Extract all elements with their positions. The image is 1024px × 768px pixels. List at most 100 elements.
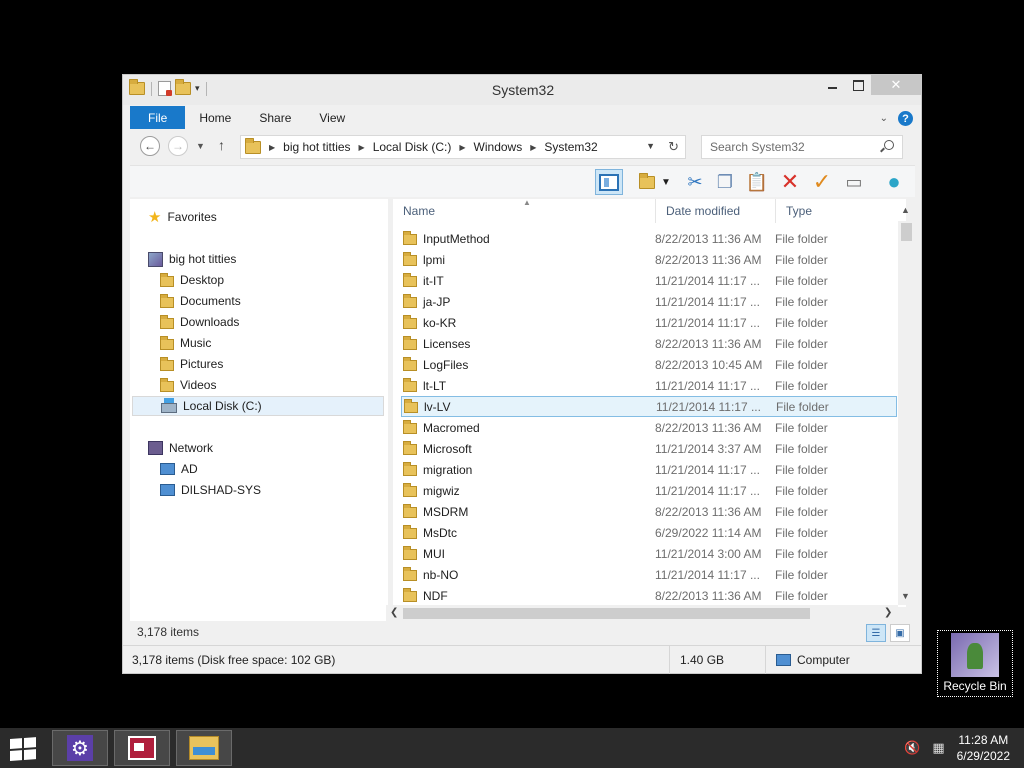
volume-muted-icon[interactable]: 🔇	[904, 740, 920, 756]
nav-music[interactable]: Music	[160, 333, 211, 353]
globe-icon[interactable]: ●	[880, 169, 908, 195]
maximize-button[interactable]	[845, 75, 871, 95]
table-row[interactable]: MsDtc 6/29/2022 11:14 AM File folder	[401, 522, 897, 543]
breadcrumb-user[interactable]: big hot titties	[283, 140, 350, 154]
cut-icon[interactable]: ✂	[681, 169, 709, 195]
horizontal-scroll-thumb[interactable]	[403, 608, 810, 619]
nav-network[interactable]: Network	[148, 438, 213, 458]
clock[interactable]: 11:28 AM 6/29/2022	[957, 732, 1010, 764]
music-folder-icon	[160, 335, 174, 350]
table-row[interactable]: MUI 11/21/2014 3:00 AM File folder	[401, 543, 897, 564]
back-button[interactable]: ←	[140, 136, 160, 156]
table-row[interactable]: lv-LV 11/21/2014 11:17 ... File folder	[401, 396, 897, 417]
news-icon	[128, 736, 156, 760]
close-button[interactable]: ✕	[871, 75, 921, 95]
table-row[interactable]: Macromed 8/22/2013 11:36 AM File folder	[401, 417, 897, 438]
taskbar-news-app[interactable]	[114, 730, 170, 766]
scroll-down-icon[interactable]: ▼	[901, 591, 910, 601]
table-row[interactable]: lt-LT 11/21/2014 11:17 ... File folder	[401, 375, 897, 396]
taskbar-settings-app[interactable]: ⚙	[52, 730, 108, 766]
scroll-left-icon[interactable]: ❮	[390, 607, 398, 618]
table-row[interactable]: nb-NO 11/21/2014 11:17 ... File folder	[401, 564, 897, 585]
vertical-scroll-thumb[interactable]	[901, 223, 912, 241]
file-name: Licenses	[401, 336, 655, 351]
file-name-label: MsDtc	[423, 525, 457, 540]
nav-user[interactable]: big hot titties	[148, 249, 236, 269]
breadcrumb-local-disk[interactable]: Local Disk (C:)	[373, 140, 452, 154]
forward-button[interactable]: →	[168, 136, 188, 156]
nav-downloads[interactable]: Downloads	[160, 312, 239, 332]
delete-icon[interactable]: ✕	[776, 169, 804, 195]
tab-home[interactable]: Home	[185, 106, 245, 129]
network-tray-icon[interactable]: ▦	[932, 740, 944, 756]
tab-share[interactable]: Share	[245, 106, 305, 129]
column-header-type[interactable]: Type	[775, 199, 905, 223]
table-row[interactable]: LogFiles 8/22/2013 10:45 AM File folder	[401, 354, 897, 375]
table-row[interactable]: it-IT 11/21/2014 11:17 ... File folder	[401, 270, 897, 291]
nav-local-disk[interactable]: Local Disk (C:)	[132, 396, 384, 416]
nav-desktop[interactable]: Desktop	[160, 270, 224, 290]
recycle-bin-label: Recycle Bin	[943, 679, 1007, 693]
search-input[interactable]: Search System32	[701, 135, 903, 159]
folder-options-button[interactable]	[633, 169, 661, 195]
properties-bar-icon[interactable]: ▭	[840, 169, 868, 195]
table-row[interactable]: lpmi 8/22/2013 11:36 AM File folder	[401, 249, 897, 270]
preview-pane-button[interactable]	[595, 169, 623, 195]
table-row[interactable]: ja-JP 11/21/2014 11:17 ... File folder	[401, 291, 897, 312]
folder-icon	[403, 504, 417, 518]
table-row[interactable]: Microsoft 11/21/2014 3:37 AM File folder	[401, 438, 897, 459]
nav-dilshad-sys-label: DILSHAD-SYS	[181, 483, 262, 497]
table-row[interactable]: migwiz 11/21/2014 11:17 ... File folder	[401, 480, 897, 501]
column-header-name[interactable]: Name ▲	[393, 199, 655, 223]
table-row[interactable]: NDF 8/22/2013 11:36 AM File folder	[401, 585, 897, 606]
downloads-folder-icon	[160, 314, 174, 329]
breadcrumb-chevron-icon[interactable]: ▶	[359, 143, 365, 152]
tab-view[interactable]: View	[305, 106, 359, 129]
copy-icon[interactable]: ❐	[711, 169, 739, 195]
table-row[interactable]: InputMethod 8/22/2013 11:36 AM File folder	[401, 228, 897, 249]
breadcrumb-chevron-icon[interactable]: ▶	[459, 143, 465, 152]
tab-file[interactable]: File	[130, 106, 186, 129]
refresh-icon[interactable]: ↻	[668, 139, 679, 155]
paste-icon[interactable]: 📋	[743, 169, 771, 195]
nav-ad[interactable]: AD	[160, 459, 198, 479]
address-dropdown-icon[interactable]: ▼	[646, 141, 655, 151]
breadcrumb-chevron-icon[interactable]: ▶	[269, 143, 275, 152]
horizontal-scrollbar[interactable]: ❮ ❯	[386, 605, 898, 622]
scroll-right-icon[interactable]: ❯	[884, 607, 892, 618]
vertical-scrollbar[interactable]: ▲ ▼	[898, 205, 915, 605]
column-header-date[interactable]: Date modified	[655, 199, 775, 223]
taskbar-file-explorer[interactable]	[176, 730, 232, 766]
breadcrumb-system32[interactable]: System32	[544, 140, 597, 154]
nav-dilshad-sys[interactable]: DILSHAD-SYS	[160, 480, 261, 500]
address-bar[interactable]: ▶ big hot titties ▶ Local Disk (C:) ▶ Wi…	[240, 135, 686, 159]
table-row[interactable]: migration 11/21/2014 11:17 ... File folder	[401, 459, 897, 480]
title-bar[interactable]: ▾ System32 ✕	[123, 75, 921, 105]
large-icons-view-button[interactable]: ▣	[890, 624, 910, 642]
scroll-up-icon[interactable]: ▲	[901, 205, 910, 215]
recent-locations-chevron-icon[interactable]: ▼	[196, 141, 205, 151]
column-header-name-label: Name	[403, 204, 436, 218]
table-row[interactable]: Licenses 8/22/2013 11:36 AM File folder	[401, 333, 897, 354]
folder-icon	[403, 231, 417, 245]
breadcrumb-windows[interactable]: Windows	[474, 140, 523, 154]
breadcrumb-chevron-icon[interactable]: ▶	[530, 143, 536, 152]
search-icon[interactable]	[884, 140, 894, 150]
table-row[interactable]: MSDRM 8/22/2013 11:36 AM File folder	[401, 501, 897, 522]
minimize-button[interactable]	[819, 75, 845, 95]
nav-videos[interactable]: Videos	[160, 375, 216, 395]
recycle-bin-shortcut[interactable]: Recycle Bin	[937, 630, 1013, 697]
folder-options-dropdown-icon[interactable]: ▼	[658, 169, 674, 195]
nav-favorites[interactable]: ★ Favorites	[148, 207, 217, 227]
rename-check-icon[interactable]: ✓	[808, 169, 836, 195]
expand-ribbon-chevron-icon[interactable]: ⌄	[880, 113, 888, 124]
help-button[interactable]: ?	[898, 111, 913, 126]
table-row[interactable]: ko-KR 11/21/2014 11:17 ... File folder	[401, 312, 897, 333]
details-view-button[interactable]: ☰	[866, 624, 886, 642]
file-name-label: NDF	[423, 588, 448, 603]
start-button[interactable]	[10, 737, 38, 761]
nav-pictures[interactable]: Pictures	[160, 354, 223, 374]
nav-documents[interactable]: Documents	[160, 291, 241, 311]
file-name-label: migwiz	[423, 483, 460, 498]
up-button[interactable]: ↑	[218, 137, 225, 153]
